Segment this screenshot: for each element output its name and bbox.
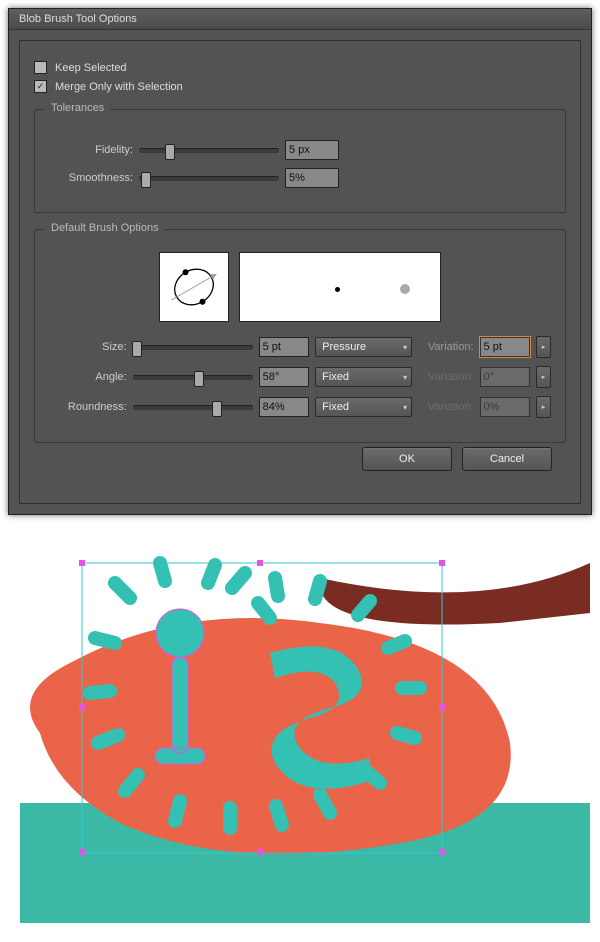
fidelity-label: Fidelity: — [49, 144, 133, 156]
keep-selected-row[interactable]: Keep Selected — [34, 61, 566, 74]
size-variation-stepper[interactable]: ▸ — [536, 336, 551, 358]
tolerances-group: Tolerances Fidelity: 5 px Smoothness: 5% — [34, 109, 566, 213]
roundness-variation-label: Variation: — [418, 401, 473, 413]
ok-button[interactable]: OK — [362, 447, 452, 471]
roundness-row: Roundness: 84% Fixed ▾ Variation: 0% ▸ — [49, 396, 551, 418]
angle-variation-value: 0° — [480, 367, 531, 387]
roundness-variation-stepper: ▸ — [536, 396, 551, 418]
ellipse-icon — [169, 262, 219, 312]
merge-only-label: Merge Only with Selection — [55, 81, 183, 93]
slider-thumb-icon[interactable] — [194, 371, 204, 387]
size-preview[interactable] — [239, 252, 441, 322]
slider-thumb-icon[interactable] — [212, 401, 222, 417]
defaults-legend: Default Brush Options — [45, 222, 165, 234]
size-control-select[interactable]: Pressure ▾ — [315, 337, 412, 357]
angle-slider[interactable] — [133, 375, 253, 380]
size-variation-label: Variation: — [418, 341, 473, 353]
dot-icon — [400, 284, 410, 294]
angle-row: Angle: 58° Fixed ▾ Variation: 0° ▸ — [49, 366, 551, 388]
merge-only-row[interactable]: ✓ Merge Only with Selection — [34, 80, 566, 93]
size-label: Size: — [49, 341, 127, 353]
preview-row — [49, 252, 551, 322]
cancel-button[interactable]: Cancel — [462, 447, 552, 471]
default-brush-group: Default Brush Options — [34, 229, 566, 443]
tolerances-legend: Tolerances — [45, 102, 110, 114]
dialog-body: Keep Selected ✓ Merge Only with Selectio… — [19, 40, 581, 504]
angle-value[interactable]: 58° — [259, 367, 310, 387]
slider-thumb-icon[interactable] — [165, 144, 175, 160]
angle-label: Angle: — [49, 371, 127, 383]
size-variation-value[interactable]: 5 pt — [480, 337, 531, 357]
roundness-control-value: Fixed — [322, 401, 349, 413]
fidelity-row: Fidelity: 5 px — [49, 140, 551, 160]
roundness-label: Roundness: — [49, 401, 127, 413]
smoothness-value[interactable]: 5% — [285, 168, 339, 188]
size-value[interactable]: 5 pt — [259, 337, 310, 357]
angle-preview[interactable] — [159, 252, 229, 322]
chevron-down-icon: ▾ — [403, 373, 407, 382]
canvas-artwork[interactable] — [20, 523, 590, 923]
chevron-down-icon: ▾ — [403, 403, 407, 412]
button-row: OK Cancel — [34, 443, 566, 485]
dot-icon — [335, 287, 340, 292]
fidelity-value[interactable]: 5 px — [285, 140, 339, 160]
roundness-slider[interactable] — [133, 405, 253, 410]
dialog-title: Blob Brush Tool Options — [9, 9, 591, 30]
checkbox-checked-icon[interactable]: ✓ — [34, 80, 47, 93]
smoothness-label: Smoothness: — [49, 172, 133, 184]
smoothness-slider[interactable] — [139, 176, 279, 181]
angle-variation-label: Variation: — [418, 371, 473, 383]
size-slider[interactable] — [133, 345, 253, 350]
roundness-variation-value: 0% — [480, 397, 531, 417]
checkbox-icon[interactable] — [34, 61, 47, 74]
blob-brush-dialog: Blob Brush Tool Options Keep Selected ✓ … — [8, 8, 592, 515]
angle-control-value: Fixed — [322, 371, 349, 383]
smoothness-row: Smoothness: 5% — [49, 168, 551, 188]
slider-thumb-icon[interactable] — [141, 172, 151, 188]
size-control-value: Pressure — [322, 341, 366, 353]
chevron-down-icon: ▾ — [403, 343, 407, 352]
keep-selected-label: Keep Selected — [55, 62, 127, 74]
roundness-value[interactable]: 84% — [259, 397, 310, 417]
size-row: Size: 5 pt Pressure ▾ Variation: 5 pt ▸ — [49, 336, 551, 358]
angle-variation-stepper: ▸ — [536, 366, 551, 388]
fidelity-slider[interactable] — [139, 148, 279, 153]
slider-thumb-icon[interactable] — [132, 341, 142, 357]
angle-control-select[interactable]: Fixed ▾ — [315, 367, 412, 387]
roundness-control-select[interactable]: Fixed ▾ — [315, 397, 412, 417]
